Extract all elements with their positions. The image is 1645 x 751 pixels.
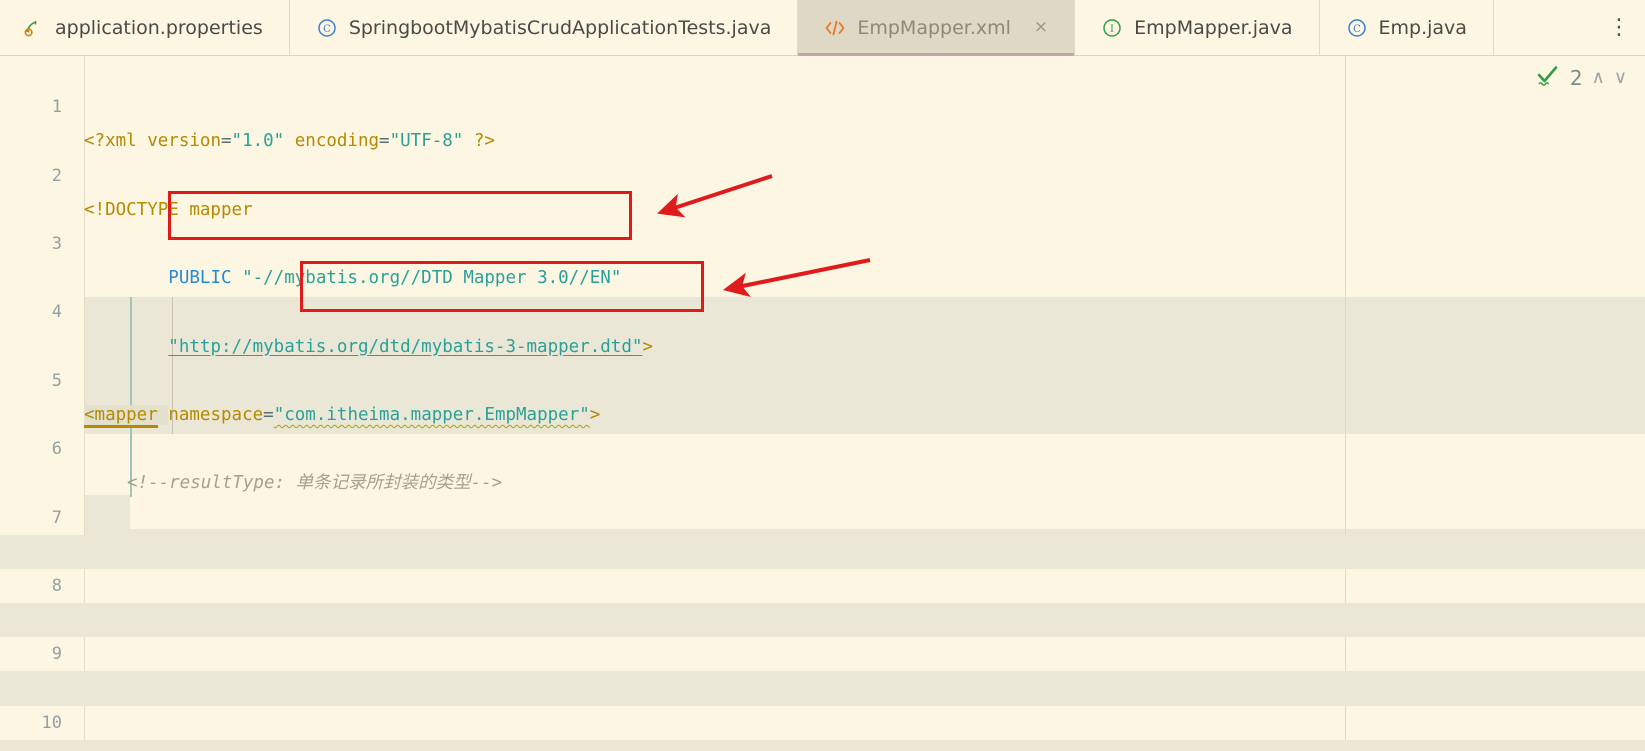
- svg-text:C: C: [323, 24, 331, 35]
- code-line: 10 and gender = #{gender}: [0, 671, 1645, 751]
- tab-label: SpringbootMybatisCrudApplicationTests.ja…: [348, 16, 772, 39]
- svg-text:C: C: [1353, 24, 1361, 35]
- tab-overflow-menu-icon[interactable]: ⋮: [1593, 0, 1645, 55]
- inspection-count: 2: [1569, 66, 1583, 90]
- code-line: 4 "http://mybatis.org/dtd/mybatis-3-mapp…: [0, 261, 1645, 356]
- tab-label: application.properties: [55, 16, 263, 39]
- tab-label: EmpMapper.xml: [857, 16, 1011, 39]
- code-line: 8 select * from emp: [0, 534, 1645, 630]
- code-line: 9 where name like concat('%', #{name}, '…: [0, 603, 1645, 699]
- inspection-widget[interactable]: 2 ∧ ∨: [1535, 64, 1627, 92]
- line-number: 1: [51, 97, 62, 118]
- chevron-up-icon[interactable]: ∧: [1592, 69, 1605, 87]
- java-class-icon: C: [316, 17, 338, 39]
- close-icon[interactable]: ×: [1034, 19, 1048, 36]
- java-class-icon: C: [1346, 17, 1368, 39]
- inspection-ok-icon[interactable]: [1535, 64, 1561, 92]
- editor-tab-bar: application.properties C SpringbootMybat…: [0, 0, 1645, 56]
- line-number: 6: [51, 439, 62, 460]
- code-line: 11 and entrydate between #{begin} and #{…: [0, 739, 1645, 751]
- tab-label: Emp.java: [1378, 16, 1467, 39]
- line-number: 2: [51, 165, 62, 186]
- tab-label: EmpMapper.java: [1134, 16, 1293, 39]
- tab-empmapper-xml[interactable]: EmpMapper.xml ×: [798, 0, 1076, 56]
- line-number: 5: [51, 370, 62, 391]
- code-line: 6 <!--resultType: 单条记录所封装的类型-->: [0, 398, 1645, 493]
- tab-empmapper-java[interactable]: I EmpMapper.java: [1075, 0, 1320, 55]
- line-number: 4: [51, 302, 62, 323]
- properties-file-icon: [22, 17, 44, 39]
- line-number: 8: [51, 575, 62, 596]
- chevron-down-icon[interactable]: ∨: [1614, 69, 1627, 87]
- code-editor[interactable]: 1 <?xml version="1.0" encoding="UTF-8" ?…: [0, 56, 1645, 751]
- tab-emp-java[interactable]: C Emp.java: [1320, 0, 1494, 55]
- line-number: 10: [41, 712, 62, 733]
- line-number: 7: [51, 507, 62, 528]
- tab-application-properties[interactable]: application.properties: [0, 0, 290, 55]
- code-line: 5 <mapper namespace="com.itheima.mapper.…: [0, 330, 1645, 428]
- line-number: 3: [51, 233, 62, 254]
- code-line: 1 <?xml version="1.0" encoding="UTF-8" ?…: [0, 56, 1645, 151]
- svg-text:I: I: [1110, 24, 1114, 35]
- java-interface-icon: I: [1101, 17, 1123, 39]
- ide-window: application.properties C SpringbootMybat…: [0, 0, 1645, 751]
- code-rows: 1 <?xml version="1.0" encoding="UTF-8" ?…: [0, 56, 1645, 751]
- line-number: 9: [51, 644, 62, 665]
- code-line: 3 PUBLIC "-//mybatis.org//DTD Mapper 3.0…: [0, 193, 1645, 288]
- xml-file-icon: [824, 17, 846, 39]
- tab-springbootmybatiscrudapplicationtests-java[interactable]: C SpringbootMybatisCrudApplicationTests.…: [290, 0, 799, 55]
- code-line: 7 <select id="list" resultType="com.ithe…: [0, 466, 1645, 562]
- code-line: 2 <!DOCTYPE mapper: [0, 124, 1645, 220]
